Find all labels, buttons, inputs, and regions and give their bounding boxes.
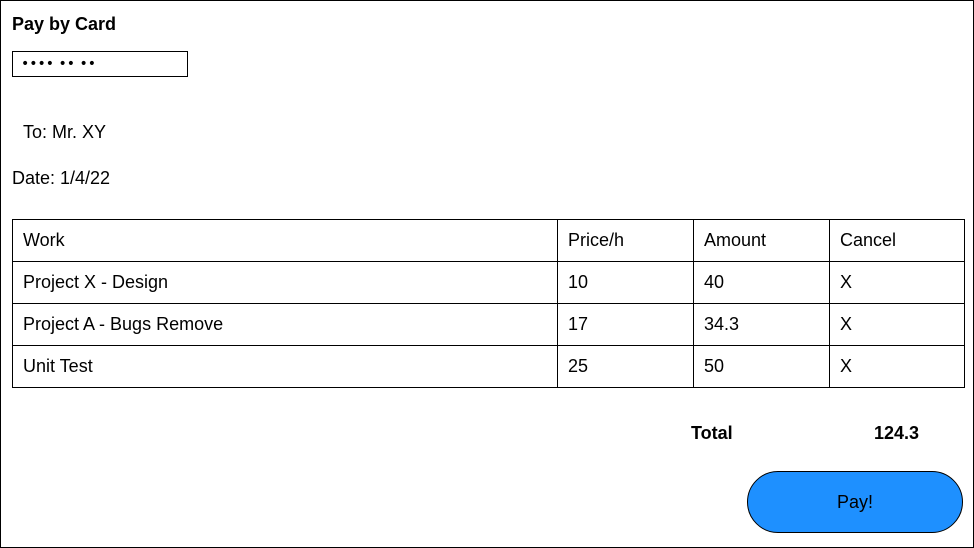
amount-cell: 50 xyxy=(693,345,830,388)
amount-cell: 40 xyxy=(693,261,830,304)
cancel-row-button[interactable]: X xyxy=(829,345,965,388)
amount-cell: 34.3 xyxy=(693,303,830,346)
work-cell: Project A - Bugs Remove xyxy=(12,303,558,346)
table-row: Project A - Bugs Remove 17 34.3 X xyxy=(12,303,965,346)
table-row: Project X - Design 10 40 X xyxy=(12,261,965,304)
cancel-row-button[interactable]: X xyxy=(829,303,965,346)
price-cell: 10 xyxy=(557,261,694,304)
price-cell: 17 xyxy=(557,303,694,346)
recipient-label: To: Mr. XY xyxy=(23,122,107,142)
cancel-row-button[interactable]: X xyxy=(829,261,965,304)
price-cell: 25 xyxy=(557,345,694,388)
work-cell: Project X - Design xyxy=(12,261,558,304)
payment-window: Pay by Card To: Mr. XY Date: 1/4/22 Work… xyxy=(0,0,974,548)
column-header-work: Work xyxy=(12,219,558,262)
table-header-row: Work Price/h Amount Cancel xyxy=(12,219,965,262)
column-header-cancel: Cancel xyxy=(829,219,965,262)
card-number-input[interactable] xyxy=(12,51,188,77)
column-header-price: Price/h xyxy=(557,219,694,262)
work-table: Work Price/h Amount Cancel Project X - D… xyxy=(12,219,965,388)
table-row: Unit Test 25 50 X xyxy=(12,345,965,388)
total-label: Total xyxy=(691,423,733,443)
date-label: Date: 1/4/22 xyxy=(12,168,111,188)
total-value: 124.3 xyxy=(874,423,920,443)
page-title: Pay by Card xyxy=(12,14,117,34)
pay-button[interactable]: Pay! xyxy=(747,471,963,533)
work-cell: Unit Test xyxy=(12,345,558,388)
column-header-amount: Amount xyxy=(693,219,830,262)
